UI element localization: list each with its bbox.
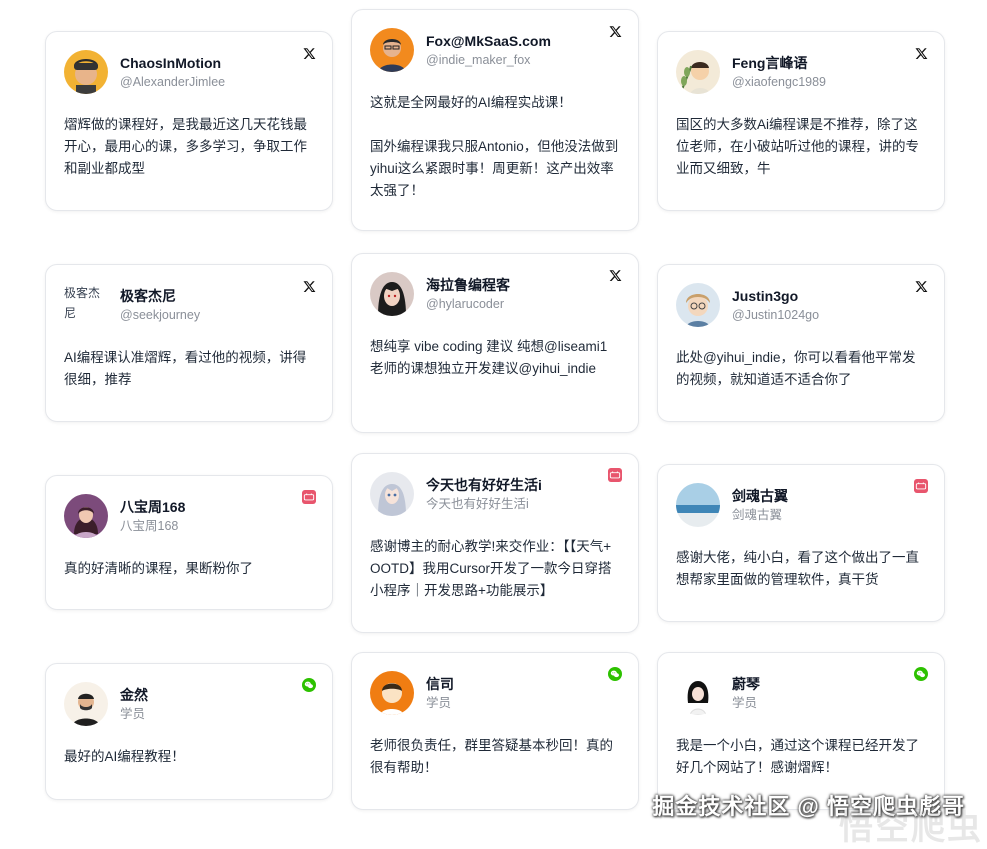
testimonial-text: 想纯享 vibe coding 建议 纯想@liseami1老师的课想独立开发建…	[370, 339, 608, 376]
card-header: 信司 学员	[370, 671, 620, 715]
avatar-anime-character	[370, 272, 414, 316]
x-icon[interactable]	[914, 46, 928, 60]
author-handle: @seekjourney	[120, 308, 201, 322]
testimonial-text: 熠辉做的课程好，是我最近这几天花钱最开心，最用心的课，多多学习，争取工作和副业都…	[64, 117, 307, 176]
testimonial-card: 金然学员最好的AI编程教程！	[45, 663, 333, 800]
avatar-cartoon-plant	[676, 50, 720, 94]
card-header: 蔚琴 学员	[676, 671, 926, 715]
avatar-anime-girl	[370, 472, 414, 516]
card-header: 今天也有好好生活i 今天也有好好生活i	[370, 472, 620, 516]
testimonial-text: 感谢博主的耐心教学!来交作业：【【天气+OOTD】我用Cursor开发了一款今日…	[370, 539, 612, 598]
author-handle: 剑魂古翼	[732, 508, 783, 522]
author-name: 剑魂古翼	[732, 488, 788, 504]
x-icon[interactable]	[914, 279, 928, 293]
author-info: 八宝周168 八宝周168	[120, 497, 185, 535]
author-handle: 学员	[732, 696, 758, 710]
avatar-anime-boy	[676, 283, 720, 327]
avatar-ocean	[676, 483, 720, 527]
author-info: Feng言峰语 @xiaofengc1989	[732, 53, 826, 91]
card-header: Feng言峰语 @xiaofengc1989	[676, 50, 926, 94]
author-info: Justin3go @Justin1024go	[732, 286, 819, 324]
card-header: ChaosInMotion @AlexanderJimlee	[64, 50, 314, 94]
author-name: 极客杰尼	[120, 288, 176, 304]
testimonial-text: 老师很负责任，群里答疑基本秒回！真的很有帮助！	[370, 738, 613, 775]
author-handle: @Justin1024go	[732, 308, 820, 322]
xiaohongshu-icon[interactable]	[608, 468, 622, 482]
card-header: 海拉鲁编程客 @hylarucoder	[370, 272, 620, 316]
testimonial-text: 这就是全网最好的AI编程实战课！ 国外编程课我只服Antonio，但他没法做到yi…	[370, 95, 619, 198]
card-header: Justin3go @Justin1024go	[676, 283, 926, 327]
x-icon[interactable]	[302, 46, 316, 60]
avatar-illustrated-boy	[64, 50, 108, 94]
testimonial-card: 蔚琴学员我是一个小白，通过这个课程已经开发了好几个网站了！感谢熠辉！	[657, 652, 945, 810]
testimonial-card: 海拉鲁编程客 @hylarucoder 想纯享 vibe coding 建议 纯想@…	[351, 253, 639, 433]
author-name: Fox@MkSaaS.com	[426, 33, 551, 49]
testimonial-card: Feng言峰语 @xiaofengc1989 国区的大多数Ai编程课是不推荐，除了这…	[657, 31, 945, 211]
xiaohongshu-icon[interactable]	[302, 490, 316, 504]
testimonial-text: 真的好清晰的课程，果断粉你了	[64, 561, 253, 576]
author-name: Justin3go	[732, 288, 799, 304]
author-info: 蔚琴 学员	[732, 674, 760, 712]
x-icon[interactable]	[608, 24, 622, 38]
author-info: 今天也有好好生活i 今天也有好好生活i	[426, 475, 542, 513]
avatar-broken-image: 极客杰尼	[64, 286, 101, 320]
testimonial-card: 八宝周168 八宝周168 真的好清晰的课程，果断粉你了	[45, 475, 333, 610]
avatar-man-glasses	[64, 682, 108, 726]
author-handle: 学员	[426, 696, 452, 710]
author-name: 金然	[120, 687, 148, 703]
wechat-icon[interactable]	[302, 678, 316, 692]
author-info: Fox@MkSaaS.com @indie_maker_fox	[426, 31, 551, 69]
testimonial-card: ChaosInMotion @AlexanderJimlee 熠辉做的课程好，是我最…	[45, 31, 333, 211]
author-handle: 学员	[120, 707, 146, 721]
author-info: 剑魂古翼 剑魂古翼	[732, 486, 788, 524]
card-header: 极客杰尼 极客杰尼 @seekjourney	[64, 283, 314, 327]
author-handle: @indie_maker_fox	[426, 53, 531, 67]
author-name: 八宝周168	[120, 499, 186, 515]
testimonial-card: Justin3go @Justin1024go 此处@yihui_indie，你可以…	[657, 264, 945, 422]
testimonial-text: 最好的AI编程教程！	[64, 749, 185, 764]
author-handle: @hylarucoder	[426, 297, 505, 311]
author-name: Feng言峰语	[732, 55, 808, 71]
testimonial-text: 感谢大佬，纯小白，看了这个做出了一直想帮家里面做的管理软件，真干货	[676, 550, 919, 587]
author-handle: @xiaofengc1989	[732, 75, 827, 89]
author-handle: 今天也有好好生活i	[426, 497, 529, 511]
author-handle: @AlexanderJimlee	[120, 75, 226, 89]
avatar-cartoon-orange	[370, 671, 414, 715]
author-name: 蔚琴	[732, 676, 760, 692]
card-header: 剑魂古翼 剑魂古翼	[676, 483, 926, 527]
author-info: 金然 学员	[120, 685, 148, 723]
testimonial-text: AI编程课认准熠辉，看过他的视频，讲得很细，推荐	[64, 350, 307, 387]
author-handle: 八宝周168	[120, 519, 179, 533]
author-info: 极客杰尼 @seekjourney	[120, 286, 200, 324]
testimonial-card: 今天也有好好生活i 今天也有好好生活i 感谢博主的耐心教学!来交作业：【【天气+OO…	[351, 453, 639, 633]
avatar-man-orange-bg	[370, 28, 414, 72]
watermark-faint: 悟空爬虫	[839, 809, 983, 847]
author-info: 海拉鲁编程客 @hylarucoder	[426, 275, 510, 313]
testimonial-text: 国区的大多数Ai编程课是不推荐，除了这位老师，在小破站听过他的课程，讲的专业而又…	[676, 117, 919, 176]
x-icon[interactable]	[608, 268, 622, 282]
testimonial-card: 剑魂古翼 剑魂古翼 感谢大佬，纯小白，看了这个做出了一直想帮家里面做的管理软件，真干…	[657, 464, 945, 622]
testimonial-card: Fox@MkSaaS.com @indie_maker_fox 这就是全网最好的AI…	[351, 9, 639, 231]
wechat-icon[interactable]	[608, 667, 622, 681]
author-name: 今天也有好好生活i	[426, 477, 542, 493]
testimonial-card: 信司学员老师很负责任，群里答疑基本秒回！真的很有帮助！	[351, 652, 639, 810]
xiaohongshu-icon[interactable]	[914, 479, 928, 493]
author-name: 海拉鲁编程客	[426, 277, 510, 293]
avatar-cartoon-girl	[676, 671, 720, 715]
wechat-icon[interactable]	[914, 667, 928, 681]
testimonial-card: 极客杰尼 极客杰尼 @seekjourney AI编程课认准熠辉，看过他的视频，讲得很…	[45, 264, 333, 422]
author-name: 信司	[426, 676, 454, 692]
card-header: Fox@MkSaaS.com @indie_maker_fox	[370, 28, 620, 72]
testimonial-text: 我是一个小白，通过这个课程已经开发了好几个网站了！感谢熠辉！	[676, 738, 919, 775]
author-info: 信司 学员	[426, 674, 454, 712]
author-info: ChaosInMotion @AlexanderJimlee	[120, 53, 225, 91]
author-name: ChaosInMotion	[120, 55, 222, 71]
testimonial-text: 此处@yihui_indie，你可以看看他平常发的视频，就知道适不适合你了	[676, 350, 916, 387]
x-icon[interactable]	[302, 279, 316, 293]
card-header: 金然 学员	[64, 682, 314, 726]
avatar-woman-purple	[64, 494, 108, 538]
card-header: 八宝周168 八宝周168	[64, 494, 314, 538]
